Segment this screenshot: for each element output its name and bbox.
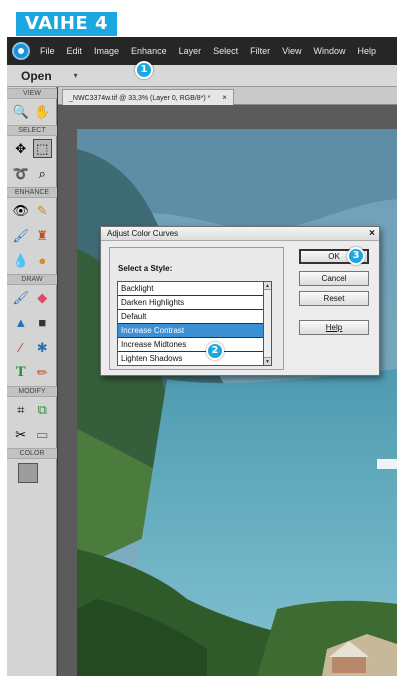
- quick-select-tool-icon[interactable]: ⌕: [33, 164, 52, 183]
- crop-tool-icon[interactable]: ⌗: [11, 400, 30, 419]
- app-logo-icon: [12, 42, 30, 60]
- paint-bucket-tool-icon[interactable]: ▲: [11, 313, 30, 332]
- style-item-increase-contrast[interactable]: Increase Contrast: [118, 324, 271, 338]
- color-picker-tool-icon[interactable]: ⁄: [11, 338, 30, 357]
- menu-layer[interactable]: Layer: [179, 46, 202, 56]
- style-list-scrollbar[interactable]: ▲ ▼: [263, 281, 272, 366]
- open-button[interactable]: Open: [21, 69, 52, 83]
- dialog-titlebar: Adjust Color Curves ×: [101, 227, 379, 241]
- style-item-backlight[interactable]: Backlight: [118, 282, 271, 296]
- scroll-down-icon[interactable]: ▼: [264, 357, 271, 365]
- canvas-area[interactable]: [58, 105, 397, 676]
- section-enhance-label: ENHANCE: [7, 187, 57, 198]
- content-aware-move-tool-icon[interactable]: ✂: [11, 425, 30, 444]
- cancel-button[interactable]: Cancel: [299, 271, 369, 286]
- style-item-default[interactable]: Default: [118, 310, 271, 324]
- style-label: Select a Style:: [118, 264, 173, 273]
- dialog-close-icon[interactable]: ×: [369, 227, 375, 241]
- adjust-color-curves-dialog: Adjust Color Curves × Select a Style: Ba…: [100, 226, 380, 376]
- menu-edit[interactable]: Edit: [67, 46, 83, 56]
- menu-view[interactable]: View: [282, 46, 301, 56]
- move-tool-icon[interactable]: ✥: [11, 139, 30, 158]
- brush-tool-icon[interactable]: 🖌: [11, 288, 30, 307]
- clone-stamp-tool-icon[interactable]: ♜: [33, 226, 52, 245]
- style-list[interactable]: Backlight Darken Highlights Default Incr…: [117, 281, 272, 366]
- section-color-label: COLOR: [7, 448, 57, 459]
- help-button[interactable]: Help: [299, 320, 369, 335]
- blur-tool-icon[interactable]: 💧: [11, 251, 30, 270]
- pencil-tool-icon[interactable]: ✏: [33, 363, 52, 382]
- landscape-photo: [77, 129, 397, 676]
- red-eye-tool-icon[interactable]: 👁: [11, 201, 30, 220]
- smart-brush-tool-icon[interactable]: 🖌: [11, 226, 30, 245]
- menu-help[interactable]: Help: [357, 46, 376, 56]
- open-dropdown-icon[interactable]: ▾: [74, 71, 78, 80]
- section-modify-label: MODIFY: [7, 386, 57, 397]
- menu-file[interactable]: File: [40, 46, 55, 56]
- sponge-tool-icon[interactable]: ●: [33, 251, 52, 270]
- marquee-tool-icon[interactable]: ⬚: [32, 139, 52, 158]
- menu-image[interactable]: Image: [94, 46, 119, 56]
- scroll-up-icon[interactable]: ▲: [264, 282, 271, 290]
- dialog-title: Adjust Color Curves: [107, 229, 179, 238]
- menu-bar: File Edit Image Enhance Layer Select Fil…: [7, 37, 397, 65]
- section-select-label: SELECT: [7, 125, 57, 136]
- lasso-tool-icon[interactable]: ➰: [11, 164, 30, 183]
- document-tab-title: _NWC3374w.tif @ 33,3% (Layer 0, RGB/8*) …: [69, 95, 211, 102]
- style-group: Select a Style: Backlight Darken Highlig…: [109, 247, 284, 370]
- document-tab[interactable]: _NWC3374w.tif @ 33,3% (Layer 0, RGB/8*) …: [62, 89, 234, 105]
- tutorial-screenshot: VAIHE 4 File Edit Image Enhance Layer Se…: [0, 0, 397, 676]
- menu-enhance[interactable]: Enhance: [131, 46, 167, 56]
- section-view-label: VIEW: [7, 88, 57, 99]
- straighten-tool-icon[interactable]: ▭: [33, 425, 52, 444]
- hand-tool-icon[interactable]: ✋: [33, 102, 52, 121]
- eraser-tool-icon[interactable]: ◆: [33, 288, 52, 307]
- zoom-tool-icon[interactable]: 🔍: [11, 102, 30, 121]
- spot-healing-tool-icon[interactable]: ✎: [33, 201, 52, 220]
- reset-button[interactable]: Reset: [299, 291, 369, 306]
- style-item-lighten-shadows[interactable]: Lighten Shadows: [118, 352, 271, 365]
- section-draw-label: DRAW: [7, 274, 57, 285]
- color-swatches: [18, 463, 56, 499]
- document-tab-bar: _NWC3374w.tif @ 33,3% (Layer 0, RGB/8*) …: [58, 87, 397, 105]
- options-bar: Open ▾: [7, 65, 397, 87]
- menu-filter[interactable]: Filter: [250, 46, 270, 56]
- menu-select[interactable]: Select: [213, 46, 238, 56]
- menu-window[interactable]: Window: [313, 46, 345, 56]
- foreground-color-swatch[interactable]: [18, 463, 38, 483]
- document-tab-close-icon[interactable]: ×: [222, 93, 227, 102]
- callout-1: 1: [135, 61, 153, 79]
- step-badge: VAIHE 4: [16, 12, 117, 36]
- type-tool-icon[interactable]: T: [11, 363, 30, 382]
- callout-2: 2: [206, 342, 224, 360]
- toolbox: VIEW 🔍 ✋ SELECT ✥ ⬚ ➰ ⌕ ENHANCE 👁 ✎ 🖌 ♜: [7, 87, 57, 676]
- callout-3: 3: [347, 247, 365, 265]
- style-item-darken-highlights[interactable]: Darken Highlights: [118, 296, 271, 310]
- style-item-increase-midtones[interactable]: Increase Midtones: [118, 338, 271, 352]
- gradient-tool-icon[interactable]: ■: [33, 313, 52, 332]
- custom-shape-tool-icon[interactable]: ✱: [33, 338, 52, 357]
- recompose-tool-icon[interactable]: ⧉: [33, 400, 52, 419]
